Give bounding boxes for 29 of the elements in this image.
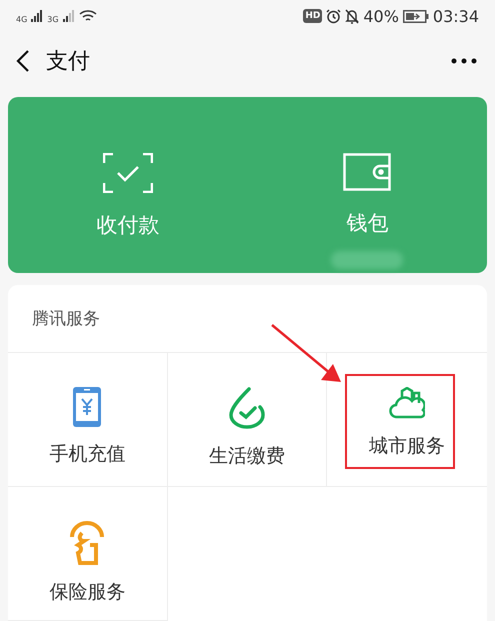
bell-off-icon [345,8,360,24]
service-label: 手机充值 [49,442,126,467]
signal-icon [31,10,44,22]
annotation-arrow [271,324,341,382]
alarm-icon [326,8,342,24]
scan-check-icon [102,152,153,193]
battery-charging-icon [402,10,429,23]
back-icon[interactable] [16,49,30,74]
service-tile[interactable]: 生活缴费 [168,353,328,487]
drop-check-icon [228,387,265,429]
service-label: 保险服务 [49,580,126,605]
service-label: 城市服务 [369,434,446,459]
more-icon[interactable] [451,58,477,64]
network-label: 4G [16,14,28,24]
section-title: 腾讯服务 [32,308,100,330]
service-tile[interactable]: 手机充值 [8,353,168,487]
cloud-buildings-icon [389,387,426,419]
wifi-icon [78,9,97,24]
hd-badge: HD [303,9,322,24]
insurance-icon [68,521,106,565]
service-tile[interactable]: 保险服务 [8,487,168,621]
network-label: 3G [47,14,59,24]
wallet-icon [343,152,392,191]
battery-percent: 40% [363,6,399,26]
service-label: 生活缴费 [208,444,285,469]
page-title: 支付 [46,48,91,76]
signal-icon [62,10,75,22]
phone-yuan-icon [73,387,102,427]
clock-time: 03:34 [432,6,479,26]
